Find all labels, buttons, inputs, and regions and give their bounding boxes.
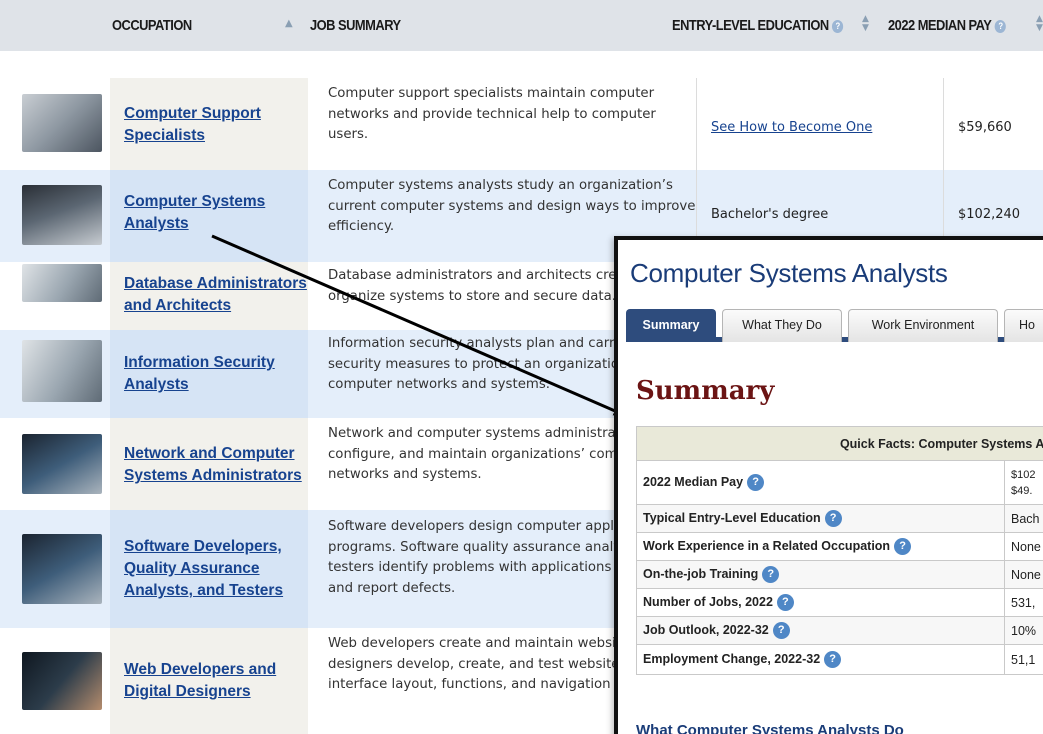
help-icon[interactable]: ? [832,19,844,33]
tab-how-to-become-one[interactable]: Ho [1004,309,1043,342]
occupation-cell: Information Security Analysts [110,330,308,418]
occupation-link[interactable]: Network and Computer Systems Administrat… [124,443,302,487]
job-summary: Computer support specialists maintain co… [328,86,656,142]
table-header: OCCUPATION ▲ JOB SUMMARY ENTRY-LEVEL EDU… [0,0,1043,51]
fact-row: Job Outlook, 2022-32? 10% [636,616,1043,645]
fact-value: $102 $49. [1004,460,1043,505]
fact-row: Number of Jobs, 2022? 531, [636,588,1043,617]
occupation-cell: Web Developers and Digital Designers [110,628,308,734]
median-pay: $59,660 [958,120,1012,135]
fact-row: 2022 Median Pay? $102 $49. [636,460,1043,505]
occupation-photo [22,340,102,402]
job-summary: Computer systems analysts study an organ… [328,178,696,234]
fact-row: Employment Change, 2022-32? 51,1 [636,644,1043,675]
fact-label: Work Experience in a Related Occupation? [636,532,1005,561]
help-icon[interactable]: ? [894,538,912,555]
fact-value: 531, [1004,588,1043,617]
occupation-photo [22,434,102,494]
occupation-link[interactable]: Computer Systems Analysts [124,191,265,235]
page-title: Computer Systems Analysts [630,258,948,288]
occupation-photo [22,534,102,604]
occupation-cell: Network and Computer Systems Administrat… [110,418,308,510]
occupation-link[interactable]: Computer Support Specialists [124,103,261,147]
occupation-photo [22,264,102,302]
occupation-photo [22,94,102,152]
education-value: Bachelor's degree [711,207,829,222]
help-icon[interactable]: ? [762,566,780,583]
fact-value: None [1004,532,1043,561]
fact-label: Job Outlook, 2022-32? [636,616,1005,645]
help-icon[interactable]: ? [747,474,765,491]
occupation-cell: Computer Support Specialists [110,78,308,170]
help-icon[interactable]: ? [772,622,790,639]
help-icon[interactable]: ? [994,19,1007,33]
fact-label: Number of Jobs, 2022? [636,588,1005,617]
fact-row: Work Experience in a Related Occupation?… [636,532,1043,561]
fact-value: None [1004,560,1043,589]
fact-row: On-the-job Training? None [636,560,1043,589]
help-icon[interactable]: ? [824,651,842,668]
column-header-median-pay[interactable]: 2022 MEDIAN PAY? [888,0,1007,51]
quick-facts-table: Quick Facts: Computer Systems Ana 2022 M… [636,426,1043,675]
fact-label: Employment Change, 2022-32? [636,644,1005,675]
quick-facts-header: Quick Facts: Computer Systems Ana [636,426,1043,461]
help-icon[interactable]: ? [776,594,794,611]
table-row: Computer Support Specialists Computer su… [0,78,1043,170]
fact-value: Bach [1004,504,1043,533]
sort-arrows-icon[interactable]: ▲ ▼ [862,15,869,33]
column-header-occupation[interactable]: OCCUPATION [112,0,192,51]
occupation-cell: Software Developers, Quality Assurance A… [110,510,308,628]
occupation-cell: Computer Systems Analysts [110,170,308,262]
tab-what-they-do[interactable]: What They Do [722,309,842,342]
occupation-link[interactable]: Database Administrators and Architects [124,273,307,317]
help-icon[interactable]: ? [824,510,842,527]
fact-value: 10% [1004,616,1043,645]
column-header-job-summary[interactable]: JOB SUMMARY [310,0,401,51]
fact-value: 51,1 [1004,644,1043,675]
occupation-photo [22,185,102,245]
median-pay: $102,240 [958,207,1021,222]
tab-summary[interactable]: Summary [626,309,716,342]
education-link[interactable]: See How to Become One [711,120,872,135]
occupation-link[interactable]: Information Security Analysts [124,352,275,396]
occupation-cell: Database Administrators and Architects [110,262,308,330]
fact-label: Typical Entry-Level Education? [636,504,1005,533]
sort-arrows-icon[interactable]: ▲ ▼ [1036,15,1043,33]
education-cell: See How to Become One [696,78,944,170]
occupation-detail-panel: Computer Systems Analysts Summary What T… [614,236,1043,734]
sort-ascending-icon[interactable]: ▲ [285,18,293,29]
fact-label: On-the-job Training? [636,560,1005,589]
fact-row: Typical Entry-Level Education? Bach [636,504,1043,533]
tab-bar: Summary What They Do Work Environment Ho [626,306,1043,342]
summary-heading: Summary [636,376,775,406]
occupation-link[interactable]: Software Developers, Quality Assurance A… [124,536,283,602]
tab-work-environment[interactable]: Work Environment [848,309,998,342]
fact-label: 2022 Median Pay? [636,460,1005,505]
what-they-do-heading[interactable]: What Computer Systems Analysts Do [636,722,904,734]
occupation-photo [22,652,102,710]
occupation-link[interactable]: Web Developers and Digital Designers [124,659,276,703]
column-header-education[interactable]: ENTRY-LEVEL EDUCATION? [672,0,844,51]
